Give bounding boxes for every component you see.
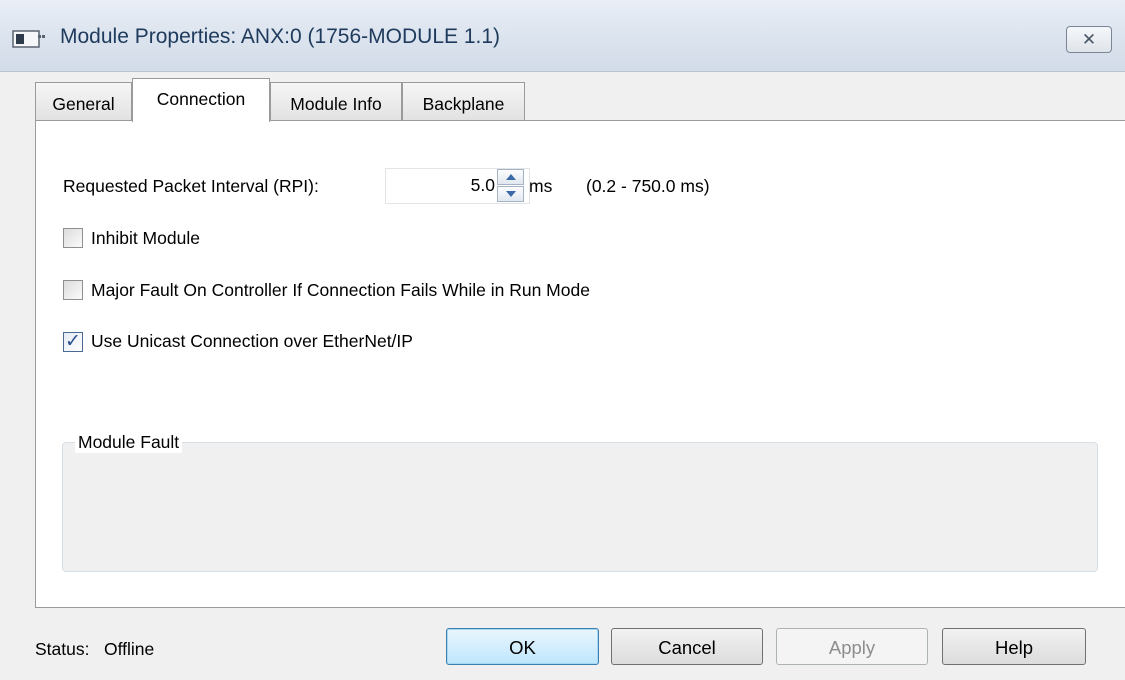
- help-button[interactable]: Help: [942, 628, 1086, 665]
- close-button[interactable]: ✕: [1066, 26, 1112, 53]
- inhibit-module-checkbox[interactable]: [63, 228, 83, 248]
- tab-label: Connection: [156, 89, 246, 109]
- tab-label: Backplane: [422, 94, 505, 114]
- title-bar: Module Properties: ANX:0 (1756-MODULE 1.…: [0, 0, 1125, 72]
- spin-down-icon[interactable]: [497, 186, 524, 202]
- status-label: Status:: [35, 639, 90, 659]
- unicast-connection-checkbox[interactable]: ✓: [63, 330, 83, 352]
- help-button-label: Help: [994, 637, 1034, 658]
- tab-label: General: [52, 94, 115, 114]
- apply-button[interactable]: Apply: [776, 628, 928, 665]
- tab-connection[interactable]: Connection: [132, 78, 270, 122]
- ok-button[interactable]: OK: [446, 628, 599, 665]
- tab-backplane[interactable]: Backplane: [402, 82, 525, 120]
- ok-button-label: OK: [509, 637, 536, 658]
- module-fault-group: [62, 442, 1098, 572]
- inhibit-module-label: Inhibit Module: [91, 228, 200, 248]
- cancel-button-label: Cancel: [658, 637, 716, 658]
- cancel-button[interactable]: Cancel: [611, 628, 763, 665]
- window-title: Module Properties: ANX:0 (1756-MODULE 1.…: [60, 25, 501, 48]
- module-properties-dialog: Module Properties: ANX:0 (1756-MODULE 1.…: [0, 0, 1125, 680]
- major-fault-label: Major Fault On Controller If Connection …: [91, 280, 590, 300]
- rpi-label: Requested Packet Interval (RPI):: [63, 176, 319, 196]
- checkmark-icon: ✓: [65, 330, 81, 352]
- module-window-icon: [12, 30, 45, 48]
- tab-module-info[interactable]: Module Info: [270, 82, 402, 120]
- major-fault-checkbox[interactable]: [63, 280, 83, 300]
- module-fault-title: Module Fault: [75, 432, 183, 453]
- tab-general[interactable]: General: [35, 82, 132, 120]
- rpi-unit: ms: [529, 176, 553, 196]
- rpi-spinner: [497, 169, 524, 203]
- status-value: Offline: [104, 639, 155, 659]
- close-icon: ✕: [1081, 30, 1097, 49]
- spin-up-icon[interactable]: [497, 169, 524, 185]
- apply-button-label: Apply: [828, 637, 876, 658]
- unicast-connection-label: Use Unicast Connection over EtherNet/IP: [91, 331, 413, 351]
- rpi-range: (0.2 - 750.0 ms): [586, 176, 710, 196]
- tab-label: Module Info: [290, 94, 382, 114]
- rpi-value: 5.0: [470, 175, 495, 195]
